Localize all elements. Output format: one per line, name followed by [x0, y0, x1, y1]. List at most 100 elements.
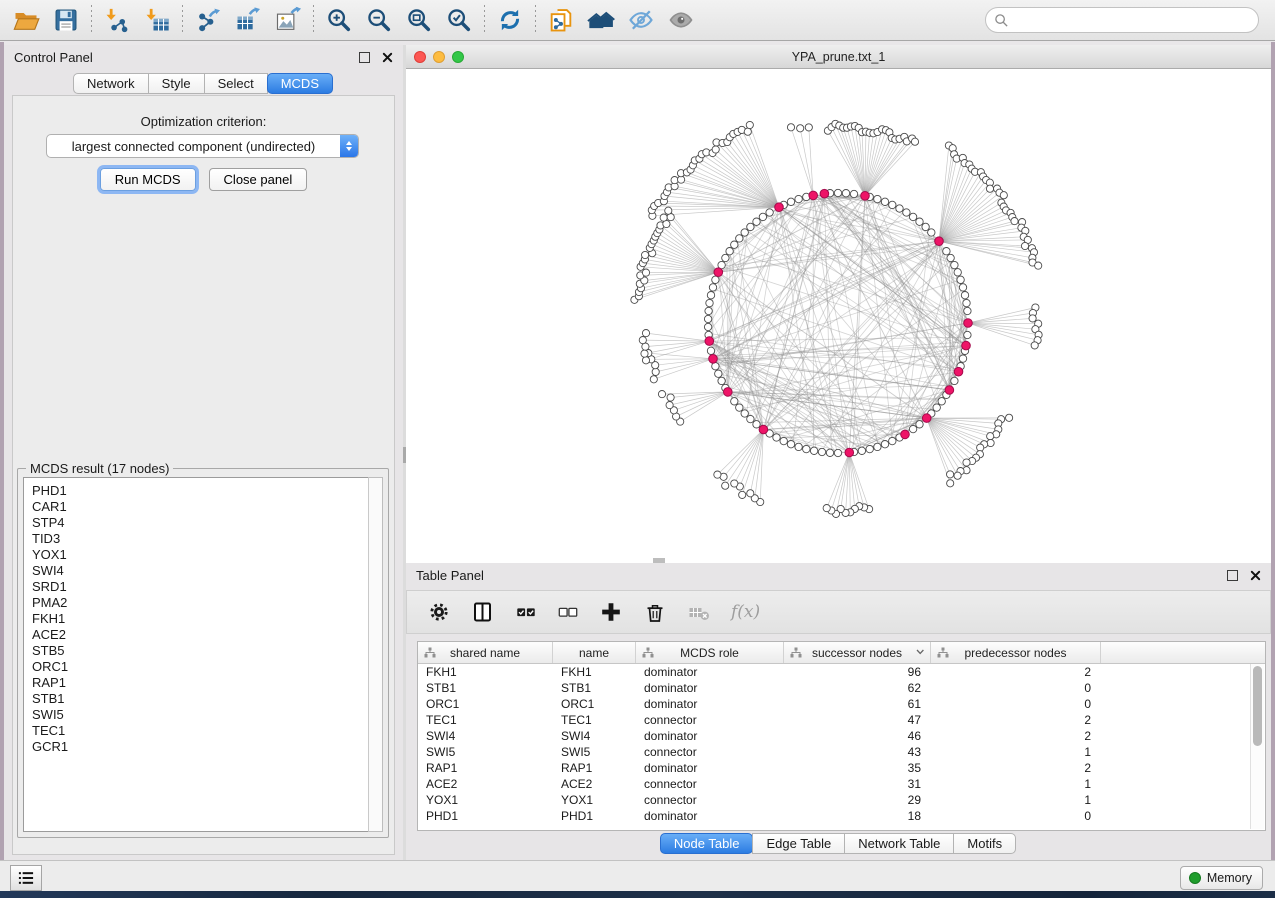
graph-node[interactable]	[704, 323, 711, 330]
table-cell[interactable]: 29	[784, 792, 931, 808]
graph-node[interactable]	[641, 350, 648, 357]
add-column-icon[interactable]	[599, 599, 623, 625]
graph-node[interactable]	[787, 198, 794, 205]
graph-node[interactable]	[938, 398, 945, 405]
show-columns-icon[interactable]	[471, 599, 495, 625]
graph-edge[interactable]	[713, 359, 927, 418]
graph-node[interactable]	[660, 214, 667, 221]
mcds-node-item[interactable]: STP4	[32, 515, 369, 531]
graph-node[interactable]	[805, 124, 812, 131]
graph-node[interactable]	[964, 307, 971, 314]
graph-edge[interactable]	[841, 453, 850, 510]
duplicate-network-icon[interactable]	[541, 3, 581, 37]
table-cell[interactable]: YOX1	[418, 792, 553, 808]
graph-node[interactable]	[963, 299, 970, 306]
graph-node[interactable]	[773, 434, 780, 441]
graph-node[interactable]	[834, 449, 841, 456]
table-row[interactable]: SWI4SWI4dominator462	[418, 728, 1265, 744]
graph-node[interactable]	[959, 355, 966, 362]
graph-node[interactable]	[707, 347, 714, 354]
graph-edge[interactable]	[939, 241, 1034, 252]
graph-node[interactable]	[977, 444, 984, 451]
table-cell[interactable]: 43	[784, 744, 931, 760]
graph-node[interactable]	[642, 330, 649, 337]
graph-node[interactable]	[1011, 218, 1018, 225]
table-cell[interactable]: 62	[784, 680, 931, 696]
table-cell[interactable]: 0	[931, 696, 1101, 712]
table-cell[interactable]: ACE2	[418, 776, 553, 792]
table-cell[interactable]: 46	[784, 728, 931, 744]
float-table-panel-icon[interactable]	[1227, 570, 1238, 581]
graph-node[interactable]	[889, 201, 896, 208]
graph-node[interactable]	[1006, 414, 1013, 421]
graph-node[interactable]	[842, 190, 849, 197]
graph-edge[interactable]	[968, 323, 1038, 340]
zoom-selected-icon[interactable]	[439, 3, 479, 37]
graph-node[interactable]	[795, 195, 802, 202]
graph-hub-node[interactable]	[705, 337, 714, 346]
table-cell[interactable]: PHD1	[553, 808, 636, 824]
graph-node[interactable]	[709, 284, 716, 291]
graph-hub-node[interactable]	[922, 414, 931, 423]
graph-hub-node[interactable]	[775, 203, 784, 212]
graph-node[interactable]	[911, 138, 918, 145]
graph-node[interactable]	[987, 433, 994, 440]
graph-node[interactable]	[964, 331, 971, 338]
table-cell[interactable]: STB1	[553, 680, 636, 696]
graph-node[interactable]	[741, 229, 748, 236]
table-cell[interactable]: 1	[931, 744, 1101, 760]
graph-node[interactable]	[652, 368, 659, 375]
table-cell[interactable]: 1	[931, 776, 1101, 792]
run-mcds-button[interactable]: Run MCDS	[100, 168, 196, 191]
show-all-eye-icon[interactable]	[661, 3, 701, 37]
table-cell[interactable]: ACE2	[553, 776, 636, 792]
graph-node[interactable]	[947, 471, 954, 478]
graph-edge[interactable]	[851, 127, 865, 196]
zoom-fit-icon[interactable]	[399, 3, 439, 37]
graph-edge[interactable]	[646, 333, 709, 341]
table-cell[interactable]: 96	[784, 664, 931, 680]
graph-hub-node[interactable]	[945, 386, 954, 395]
refresh-icon[interactable]	[490, 3, 530, 37]
mcds-node-item[interactable]: PHD1	[32, 483, 369, 499]
tab-edge-table[interactable]: Edge Table	[752, 833, 845, 854]
graph-node[interactable]	[746, 121, 753, 128]
table-cell[interactable]: ORC1	[418, 696, 553, 712]
graph-node[interactable]	[1029, 315, 1036, 322]
graph-edge[interactable]	[657, 233, 718, 272]
table-row[interactable]: FKH1FKH1dominator962	[418, 664, 1265, 680]
graph-node[interactable]	[916, 421, 923, 428]
graph-node[interactable]	[1000, 192, 1007, 199]
table-scrollbar-thumb[interactable]	[1253, 666, 1262, 746]
mcds-node-item[interactable]: FKH1	[32, 611, 369, 627]
graph-node[interactable]	[922, 223, 929, 230]
table-row[interactable]: STB1STB1dominator620	[418, 680, 1265, 696]
graph-node[interactable]	[704, 315, 711, 322]
graph-hub-node[interactable]	[901, 430, 910, 439]
graph-hub-node[interactable]	[714, 268, 723, 277]
select-all-rows-icon[interactable]	[515, 599, 537, 625]
table-cell[interactable]: 2	[931, 712, 1101, 728]
graph-node[interactable]	[957, 276, 964, 283]
graph-edge[interactable]	[724, 430, 764, 477]
table-row[interactable]: ACE2ACE2connector311	[418, 776, 1265, 792]
table-cell[interactable]: SWI5	[418, 744, 553, 760]
task-history-button[interactable]	[10, 865, 42, 891]
column-header-successor-nodes[interactable]: successor nodes	[784, 642, 931, 663]
graph-node[interactable]	[736, 404, 743, 411]
zoom-out-icon[interactable]	[359, 3, 399, 37]
table-cell[interactable]: SWI4	[553, 728, 636, 744]
graph-node[interactable]	[954, 269, 961, 276]
graph-edge[interactable]	[645, 341, 710, 354]
graph-node[interactable]	[959, 284, 966, 291]
table-cell[interactable]: STB1	[418, 680, 553, 696]
graph-node[interactable]	[951, 377, 958, 384]
tab-motifs[interactable]: Motifs	[953, 833, 1016, 854]
table-cell[interactable]: connector	[636, 776, 784, 792]
graph-hub-node[interactable]	[861, 192, 870, 201]
table-cell[interactable]: TEC1	[418, 712, 553, 728]
save-session-icon[interactable]	[46, 3, 86, 37]
table-scrollbar[interactable]	[1250, 664, 1264, 829]
graph-hub-node[interactable]	[809, 191, 818, 200]
table-cell[interactable]: FKH1	[418, 664, 553, 680]
